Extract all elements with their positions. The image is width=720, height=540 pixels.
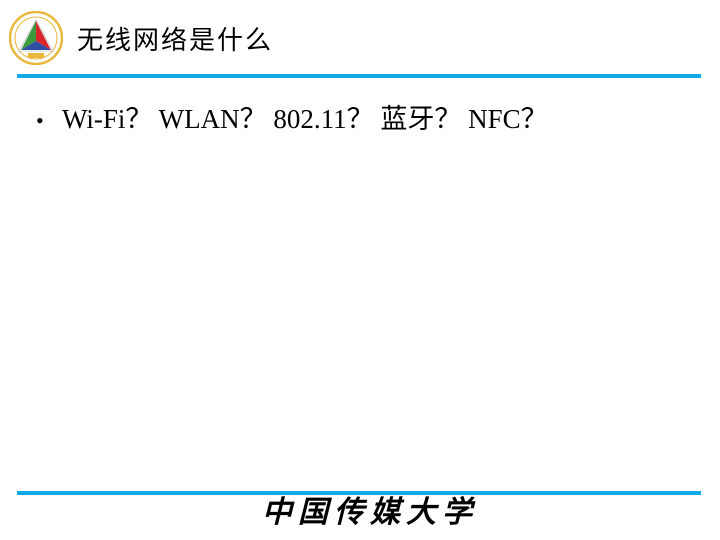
footer-calligraphy: 中国传媒大学 xyxy=(262,495,478,530)
bullet-glyph: • xyxy=(36,108,44,133)
university-emblem-icon xyxy=(9,11,63,65)
bullet-list: • Wi-Fi？ WLAN？ 802.11？ 蓝牙？ NFC？ xyxy=(36,97,548,136)
page-title: 无线网络是什么 xyxy=(77,26,274,56)
bullet-text: Wi-Fi？ WLAN？ 802.11？ 蓝牙？ NFC？ xyxy=(62,104,548,134)
list-item: • Wi-Fi？ WLAN？ 802.11？ 蓝牙？ NFC？ xyxy=(36,97,548,136)
header-divider xyxy=(17,74,701,78)
